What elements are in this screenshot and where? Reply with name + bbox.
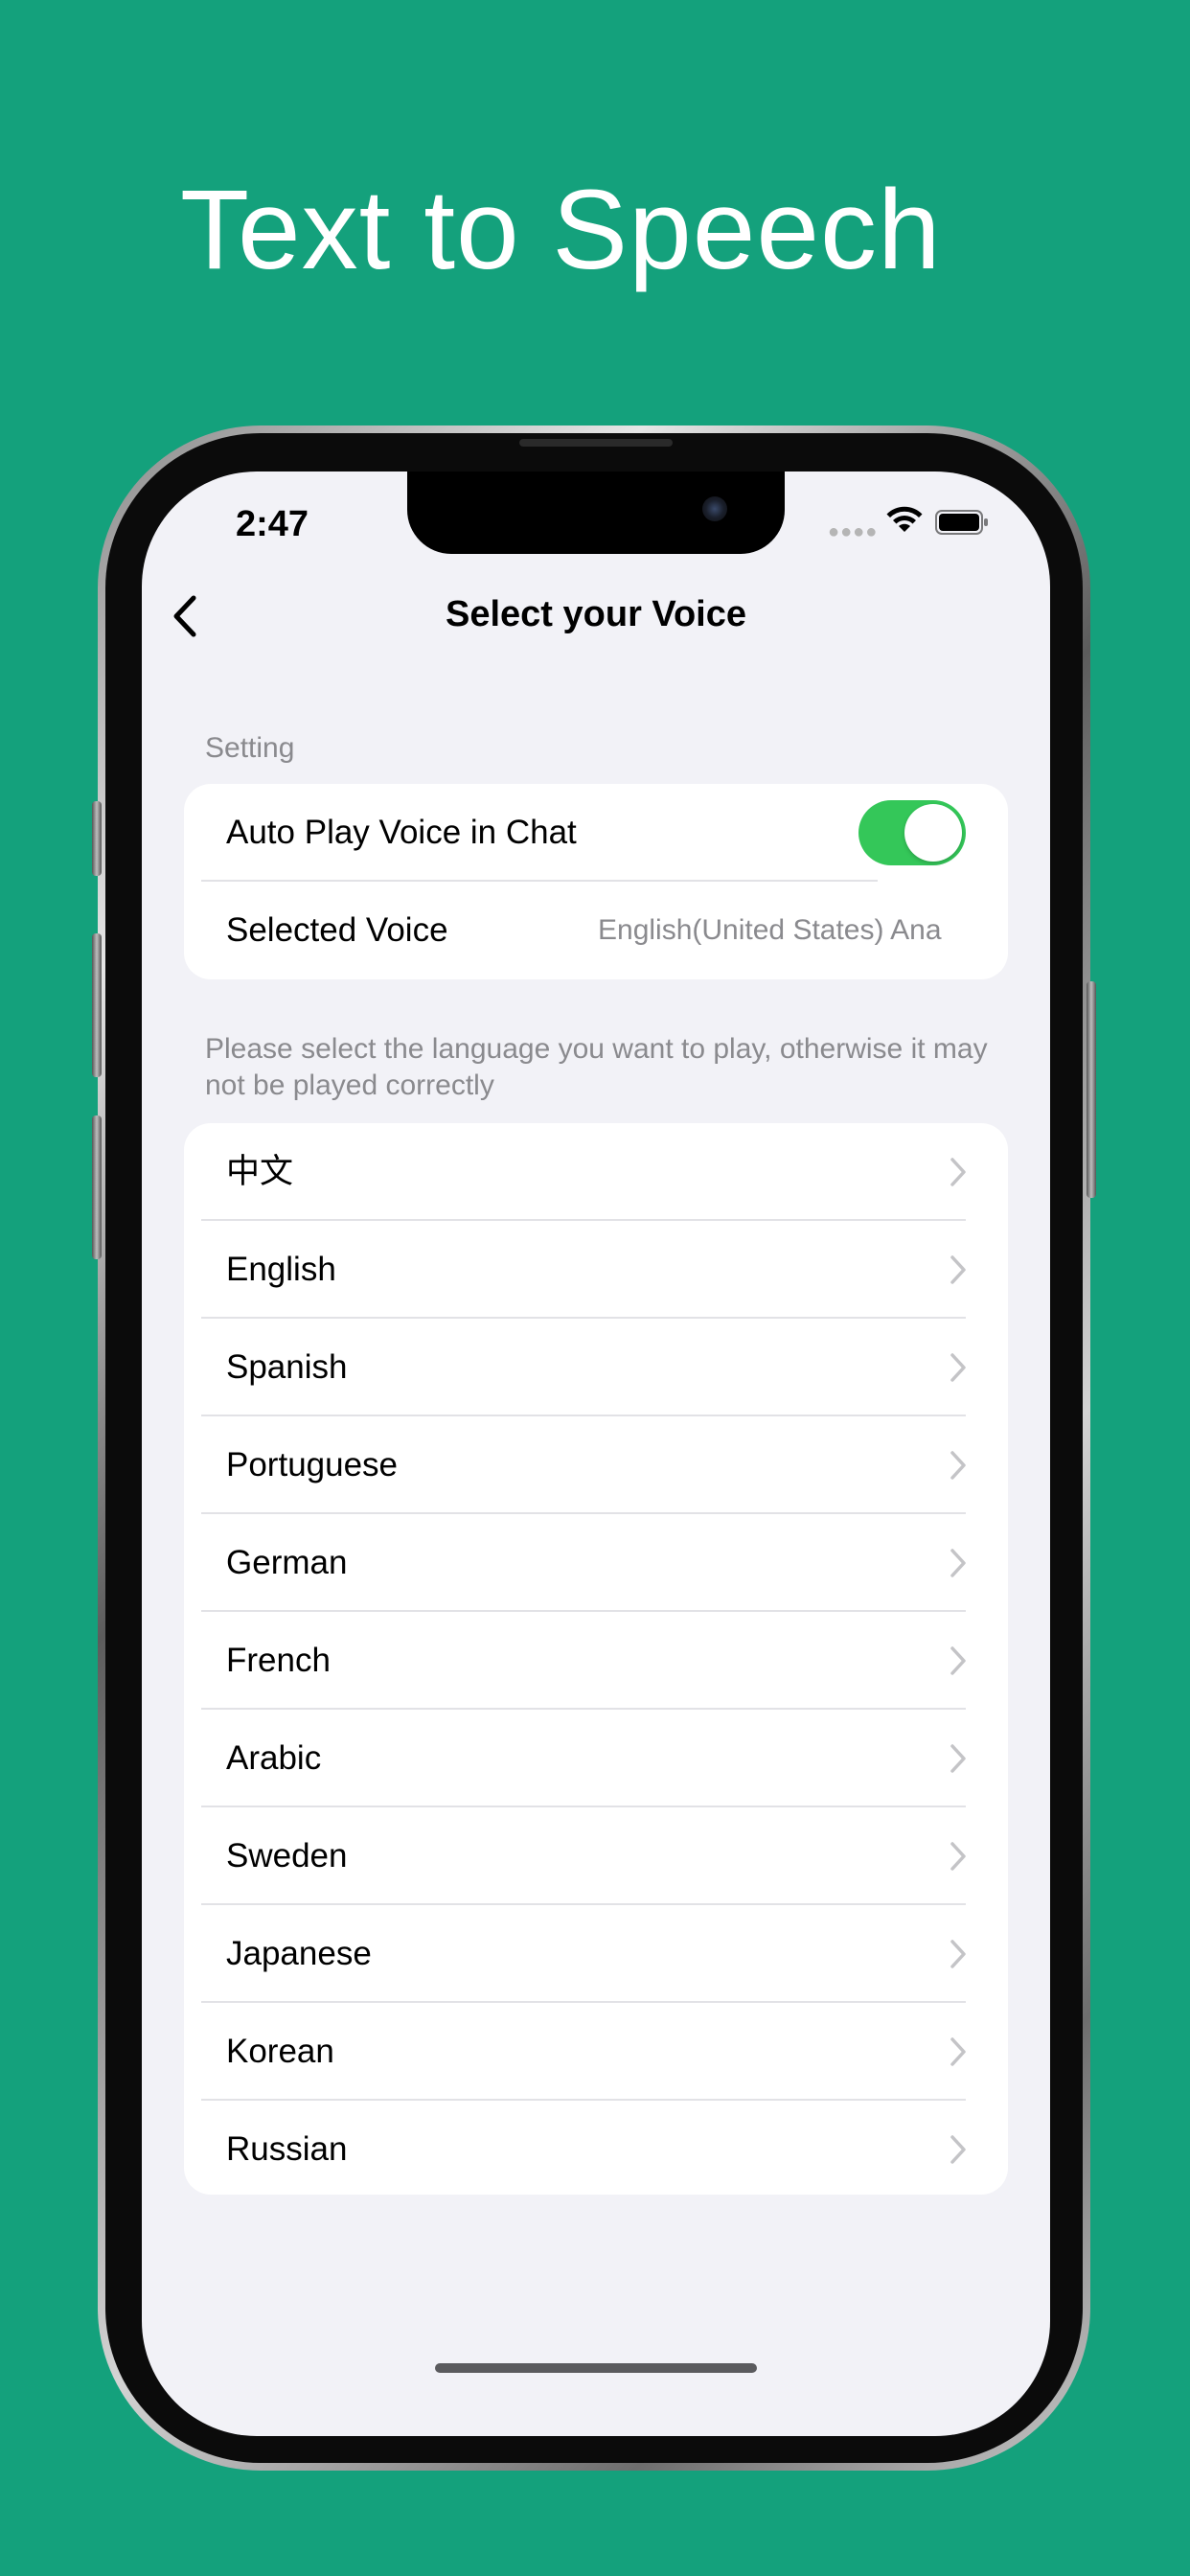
section-header-setting: Setting: [205, 732, 295, 764]
language-label: French: [226, 1642, 331, 1679]
language-row-japanese[interactable]: Japanese: [184, 1905, 1008, 2003]
language-row-arabic[interactable]: Arabic: [184, 1710, 1008, 1807]
language-label: English: [226, 1251, 336, 1288]
chevron-right-icon: [950, 2037, 966, 2066]
notch: [407, 472, 785, 554]
language-row-russian[interactable]: Russian: [184, 2101, 1008, 2195]
promo-title: Text to Speech: [180, 167, 942, 293]
language-note: Please select the language you want to p…: [205, 1033, 988, 1101]
language-label: German: [226, 1544, 348, 1581]
speaker-grille: [519, 439, 673, 447]
language-label: Spanish: [226, 1348, 348, 1386]
selected-voice-row[interactable]: Selected Voice English(United States) An…: [184, 882, 1008, 979]
power-button: [1087, 981, 1096, 1198]
status-indicators: ●●●●: [828, 502, 1010, 542]
volume-down-button: [92, 1116, 102, 1259]
language-label: 中文: [226, 1153, 294, 1190]
language-label: Arabic: [226, 1739, 322, 1777]
chevron-right-icon: [950, 1451, 966, 1480]
volume-up-button: [92, 933, 102, 1077]
chevron-right-icon: [950, 1940, 966, 1968]
auto-play-row: Auto Play Voice in Chat: [184, 784, 1008, 882]
home-indicator[interactable]: [435, 2363, 757, 2373]
chevron-right-icon: [950, 1842, 966, 1871]
settings-card: Auto Play Voice in Chat Selected Voice E…: [184, 784, 1008, 979]
languages-card: 中文 English Spanish Portuguese German Fre…: [184, 1123, 1008, 2195]
signal-dots-icon: ●●●●: [828, 521, 879, 542]
battery-icon: [935, 510, 988, 535]
chevron-right-icon: [950, 1744, 966, 1773]
auto-play-toggle[interactable]: [858, 800, 966, 865]
language-row-french[interactable]: French: [184, 1612, 1008, 1710]
wifi-icon: [886, 506, 923, 532]
language-row-english[interactable]: English: [184, 1221, 1008, 1319]
front-camera-icon: [702, 496, 727, 521]
language-row-spanish[interactable]: Spanish: [184, 1319, 1008, 1416]
language-row-sweden[interactable]: Sweden: [184, 1807, 1008, 1905]
chevron-right-icon: [950, 1158, 966, 1186]
language-label: Korean: [226, 2033, 334, 2070]
selected-voice-value: English(United States) Ana: [598, 914, 942, 946]
language-label: Russian: [226, 2130, 348, 2168]
language-row-portuguese[interactable]: Portuguese: [184, 1416, 1008, 1514]
chevron-right-icon: [950, 2135, 966, 2164]
language-row-korean[interactable]: Korean: [184, 2003, 1008, 2101]
selected-voice-label: Selected Voice: [226, 911, 448, 949]
chevron-right-icon: [950, 1255, 966, 1284]
page-title: Select your Voice: [446, 594, 746, 634]
language-row-chinese[interactable]: 中文: [184, 1123, 1008, 1221]
language-label: Sweden: [226, 1837, 348, 1874]
auto-play-label: Auto Play Voice in Chat: [226, 814, 577, 851]
language-label: Portuguese: [226, 1446, 399, 1484]
toggle-knob: [904, 804, 962, 862]
language-label: Japanese: [226, 1935, 372, 1972]
status-time: 2:47: [236, 504, 309, 544]
chevron-right-icon: [950, 1549, 966, 1577]
chevron-right-icon: [950, 1353, 966, 1382]
mute-switch: [92, 801, 102, 876]
chevron-right-icon: [950, 1646, 966, 1675]
language-row-german[interactable]: German: [184, 1514, 1008, 1612]
phone-screen: 2:47 ●●●● Select your Voice Setting Auto…: [142, 472, 1050, 2436]
